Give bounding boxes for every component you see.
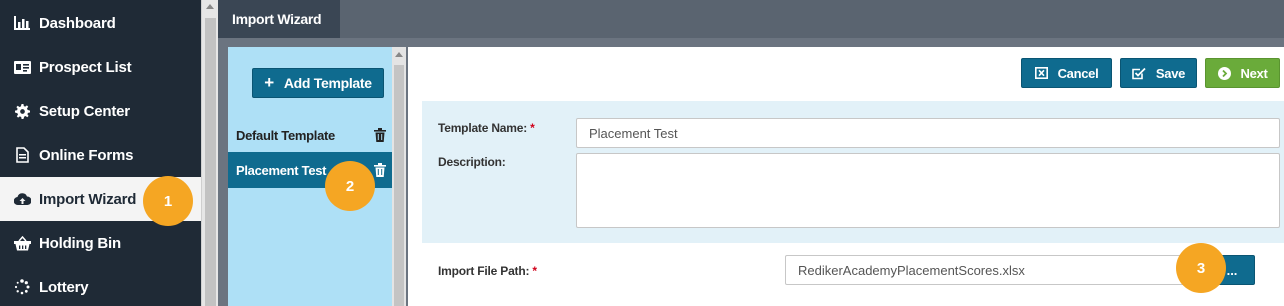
gear-icon	[13, 103, 31, 119]
sidebar-item-label: Setup Center	[39, 102, 130, 120]
sidebar-item-online-forms[interactable]: Online Forms	[0, 133, 201, 177]
sidebar-item-label: Online Forms	[39, 146, 134, 164]
sidebar-item-label: Lottery	[39, 278, 89, 296]
save-button[interactable]: Save	[1120, 58, 1197, 88]
arrow-circle-right-icon	[1217, 66, 1231, 80]
template-item-label: Placement Test	[236, 162, 327, 178]
scroll-up-arrow-icon[interactable]	[206, 4, 214, 9]
next-button[interactable]: Next	[1205, 58, 1280, 88]
required-mark: *	[530, 121, 535, 135]
import-file-path-input[interactable]: RedikerAcademyPlacementScores.xlsx	[785, 255, 1210, 285]
scroll-up-arrow-icon[interactable]	[395, 52, 403, 57]
id-card-icon	[13, 59, 31, 75]
description-textarea[interactable]	[576, 153, 1280, 228]
close-square-icon	[1034, 67, 1048, 79]
template-name-label: Template Name: *	[438, 121, 535, 135]
save-label: Save	[1155, 65, 1186, 81]
trash-icon[interactable]	[374, 163, 386, 177]
cancel-button[interactable]: Cancel	[1021, 58, 1112, 88]
sidebar-item-lottery[interactable]: Lottery	[0, 265, 201, 306]
sidebar-scrollbar[interactable]	[201, 0, 218, 306]
sidebar-item-label: Holding Bin	[39, 234, 121, 252]
cancel-label: Cancel	[1057, 65, 1099, 81]
check-square-icon	[1132, 67, 1146, 80]
scrollbar-thumb[interactable]	[394, 65, 404, 306]
template-list-scrollbar[interactable]	[392, 47, 406, 306]
sidebar-item-prospect-list[interactable]: Prospect List	[0, 45, 201, 89]
step-badge-3: 3	[1176, 243, 1226, 293]
sidebar-item-dashboard[interactable]: Dashboard	[0, 1, 201, 45]
template-item-default[interactable]: Default Template	[228, 117, 392, 153]
add-template-button[interactable]: + Add Template	[252, 68, 384, 98]
step-badge-2: 2	[325, 161, 375, 211]
sidebar-item-setup-center[interactable]: Setup Center	[0, 89, 201, 133]
sidebar-item-label: Prospect List	[39, 58, 132, 76]
step-badge-1: 1	[143, 176, 193, 226]
template-item-label: Default Template	[236, 127, 335, 143]
document-icon	[13, 147, 31, 163]
tab-import-wizard[interactable]: Import Wizard	[218, 0, 340, 38]
plus-icon: +	[264, 73, 274, 92]
trash-icon[interactable]	[374, 128, 386, 142]
next-label: Next	[1240, 65, 1268, 81]
sidebar-item-holding-bin[interactable]: Holding Bin	[0, 221, 201, 265]
tab-bar: Import Wizard	[218, 0, 1284, 38]
required-mark: *	[532, 264, 537, 278]
scrollbar-thumb[interactable]	[205, 18, 216, 306]
sidebar-item-label: Dashboard	[39, 14, 116, 32]
description-label: Description:	[438, 155, 506, 169]
bar-chart-icon	[13, 15, 31, 31]
sidebar: Dashboard Prospect List Setup Center Onl…	[0, 0, 201, 306]
add-template-label: Add Template	[283, 75, 372, 91]
import-file-path-label: Import File Path: *	[438, 264, 537, 278]
sidebar-item-label: Import Wizard	[39, 190, 137, 208]
cloud-upload-icon	[13, 191, 31, 207]
basket-icon	[13, 235, 31, 251]
template-name-input[interactable]: Placement Test	[576, 118, 1280, 148]
spinner-icon	[13, 279, 31, 295]
